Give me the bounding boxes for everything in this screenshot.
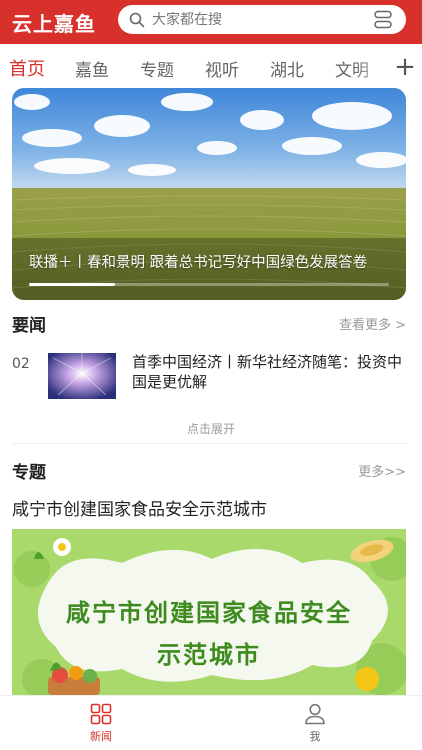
news-index: 02 [12, 356, 30, 372]
topic-section-header: 专题 更多>> [12, 458, 406, 483]
nav-me-label: 我 [309, 730, 321, 743]
topic-banner-line-2: 示范城市 [157, 641, 261, 669]
bottom-nav: 新闻 我 [0, 695, 422, 750]
search-icon [122, 5, 152, 34]
banner-progress [29, 283, 389, 286]
news-more-link[interactable]: 查看更多 > [339, 314, 406, 333]
nav-me[interactable]: 我 [285, 696, 345, 750]
grid-icon [90, 703, 112, 725]
tab-hubei[interactable]: 湖北 [270, 56, 304, 81]
tab-home[interactable]: 首页 [9, 55, 45, 81]
tab-video[interactable]: 视听 [205, 56, 239, 81]
topic-title[interactable]: 咸宁市创建国家食品安全示范城市 [12, 495, 267, 520]
tab-jiayu[interactable]: 嘉鱼 [75, 56, 109, 81]
featured-banner[interactable]: 联播＋丨春和景明 跟着总书记写好中国绿色发展答卷 [12, 88, 406, 300]
search-bar[interactable] [118, 5, 406, 34]
user-icon [305, 703, 325, 725]
nav-news[interactable]: 新闻 [71, 696, 131, 750]
search-input[interactable] [152, 11, 352, 28]
banner-caption: 联播＋丨春和景明 跟着总书记写好中国绿色发展答卷 [29, 255, 368, 271]
news-thumbnail [48, 353, 116, 399]
topic-banner[interactable]: 咸宁市创建国家食品安全 示范城市 [12, 529, 406, 695]
banner-progress-fill [29, 283, 116, 286]
scan-icon[interactable] [373, 10, 393, 29]
news-title: 首季中国经济丨新华社经济随笔：投资中国是更优解 [132, 353, 403, 391]
topic-banner-line-1: 咸宁市创建国家食品安全 [66, 599, 352, 627]
top-bar: 云上嘉鱼 [0, 0, 422, 44]
app-root: 云上嘉鱼 首页 嘉鱼 专题 视听 湖北 文明 + [0, 0, 422, 750]
app-title: 云上嘉鱼 [12, 11, 96, 36]
topic-more-link[interactable]: 更多>> [358, 461, 406, 480]
nav-news-label: 新闻 [90, 730, 112, 743]
news-section-title: 要闻 [12, 316, 46, 336]
tab-topics[interactable]: 专题 [140, 56, 174, 81]
expand-button[interactable]: 点击展开 [0, 420, 422, 437]
plus-icon[interactable]: + [388, 44, 422, 90]
topic-section-title: 专题 [12, 463, 46, 483]
divider [12, 443, 406, 444]
news-section-header: 要闻 查看更多 > [12, 311, 406, 336]
channel-tabs: 首页 嘉鱼 专题 视听 湖北 文明 + [0, 44, 422, 90]
news-item[interactable]: 02 首季中国经济丨新华社经济随笔：投资中国是更优解 [12, 352, 406, 402]
